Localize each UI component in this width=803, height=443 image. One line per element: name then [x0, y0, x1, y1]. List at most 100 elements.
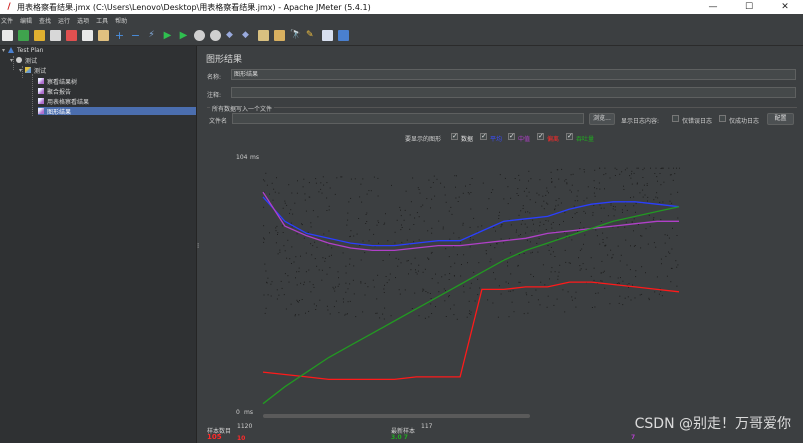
stop-icon[interactable] — [194, 30, 205, 41]
close-button[interactable]: ✕ — [767, 0, 803, 14]
sample-point — [316, 305, 317, 307]
sample-point — [527, 312, 529, 314]
sample-point — [441, 276, 443, 278]
help-icon[interactable] — [338, 30, 349, 41]
sample-point — [422, 271, 424, 273]
clear-icon[interactable] — [258, 30, 269, 41]
menu-options[interactable]: 选项 — [77, 16, 89, 25]
sample-point — [362, 240, 364, 242]
tree-item-sampler[interactable]: ▾ 测试 — [19, 66, 46, 75]
sample-point — [263, 241, 265, 243]
tree-item-aggregate-report[interactable]: 聚合报告 — [38, 87, 71, 96]
sample-point — [410, 269, 412, 271]
sample-point — [337, 271, 339, 273]
menu-help[interactable]: 帮助 — [115, 16, 127, 25]
listener-chart-icon — [38, 88, 44, 94]
sample-point — [390, 315, 392, 317]
menu-tools[interactable]: 工具 — [96, 16, 108, 25]
sample-point — [633, 205, 635, 207]
expand-icon[interactable]: + — [114, 30, 125, 41]
sample-point — [350, 178, 352, 180]
copy-icon[interactable] — [82, 30, 93, 41]
reset-search-icon[interactable]: ✎ — [306, 30, 317, 41]
sample-point — [397, 265, 399, 267]
maximize-button[interactable]: ☐ — [731, 0, 767, 14]
sample-point — [533, 223, 534, 225]
new-icon[interactable] — [2, 30, 13, 41]
sample-point — [551, 267, 553, 269]
menu-search[interactable]: 查找 — [39, 16, 51, 25]
collapse-icon[interactable]: − — [130, 30, 141, 41]
sample-point — [440, 182, 442, 184]
templates-icon[interactable] — [18, 30, 29, 41]
shutdown-icon[interactable] — [210, 30, 221, 41]
sample-point — [445, 290, 446, 292]
sample-point — [592, 212, 594, 214]
sample-point — [583, 169, 585, 170]
open-icon[interactable] — [34, 30, 45, 41]
sample-point — [597, 292, 599, 294]
sample-point — [644, 194, 646, 196]
sample-point — [564, 211, 566, 213]
sample-point — [399, 293, 401, 295]
sample-point — [555, 205, 557, 207]
sample-point — [418, 264, 420, 266]
sample-point — [576, 212, 578, 213]
sample-point — [537, 299, 539, 301]
sample-point — [543, 208, 545, 210]
toggle-icon[interactable]: ⚡ — [146, 30, 157, 41]
sample-point — [571, 296, 573, 298]
menu-edit[interactable]: 编辑 — [20, 16, 32, 25]
splitter-grip-icon[interactable]: ⁞ — [197, 242, 199, 250]
sample-point — [377, 274, 379, 276]
sample-point — [451, 213, 453, 215]
sample-point — [646, 185, 648, 186]
minimize-button[interactable]: — — [695, 0, 731, 14]
sample-point — [324, 257, 326, 259]
paste-icon[interactable] — [98, 30, 109, 41]
sample-point — [518, 254, 520, 256]
sample-point — [587, 186, 589, 188]
sample-point — [303, 281, 305, 283]
sample-point — [610, 204, 612, 206]
collapse-arrow-icon[interactable]: ▾ — [2, 47, 8, 54]
remote-stop-icon[interactable]: ◆ — [242, 30, 253, 41]
horizontal-scrollbar[interactable] — [263, 414, 530, 418]
menu-run[interactable]: 运行 — [58, 16, 70, 25]
function-helper-icon[interactable] — [322, 30, 333, 41]
sample-point — [289, 258, 291, 260]
clear-all-icon[interactable] — [274, 30, 285, 41]
sample-point — [538, 230, 540, 232]
sample-point — [479, 287, 481, 289]
sample-point — [326, 273, 328, 275]
start-icon[interactable]: ▶ — [162, 30, 173, 41]
sample-point — [470, 311, 472, 313]
tree-item-thread-group[interactable]: ▾ 测试 — [10, 56, 37, 65]
save-icon[interactable] — [50, 30, 61, 41]
tree-item-view-results-table[interactable]: 用表格察看结果 — [38, 97, 89, 106]
remote-start-icon[interactable]: ◆ — [226, 30, 237, 41]
sample-point — [265, 307, 267, 309]
sample-point — [473, 217, 475, 219]
tree-item-view-results-tree[interactable]: 察看结果树 — [38, 77, 77, 86]
sample-point — [422, 288, 424, 290]
tree-item-graph-results[interactable]: 图形结果 — [38, 107, 196, 116]
graph-results-chart — [262, 167, 680, 405]
sample-point — [527, 211, 529, 213]
sample-point — [629, 269, 631, 271]
sample-point — [535, 289, 537, 291]
sample-point — [528, 170, 530, 172]
start-no-pause-icon[interactable]: ▶ — [178, 30, 189, 41]
sample-point — [606, 237, 608, 239]
cut-icon[interactable] — [66, 30, 77, 41]
sample-point — [507, 265, 509, 267]
search-icon[interactable]: 🔭 — [290, 30, 301, 41]
sample-point — [539, 221, 541, 223]
sample-point — [614, 175, 616, 176]
sample-point — [404, 289, 406, 291]
sample-point — [430, 207, 431, 209]
sample-point — [308, 310, 310, 312]
tree-item-test-plan[interactable]: ▾ Test Plan — [2, 46, 44, 54]
sample-point — [577, 190, 579, 192]
menu-file[interactable]: 文件 — [1, 16, 13, 25]
